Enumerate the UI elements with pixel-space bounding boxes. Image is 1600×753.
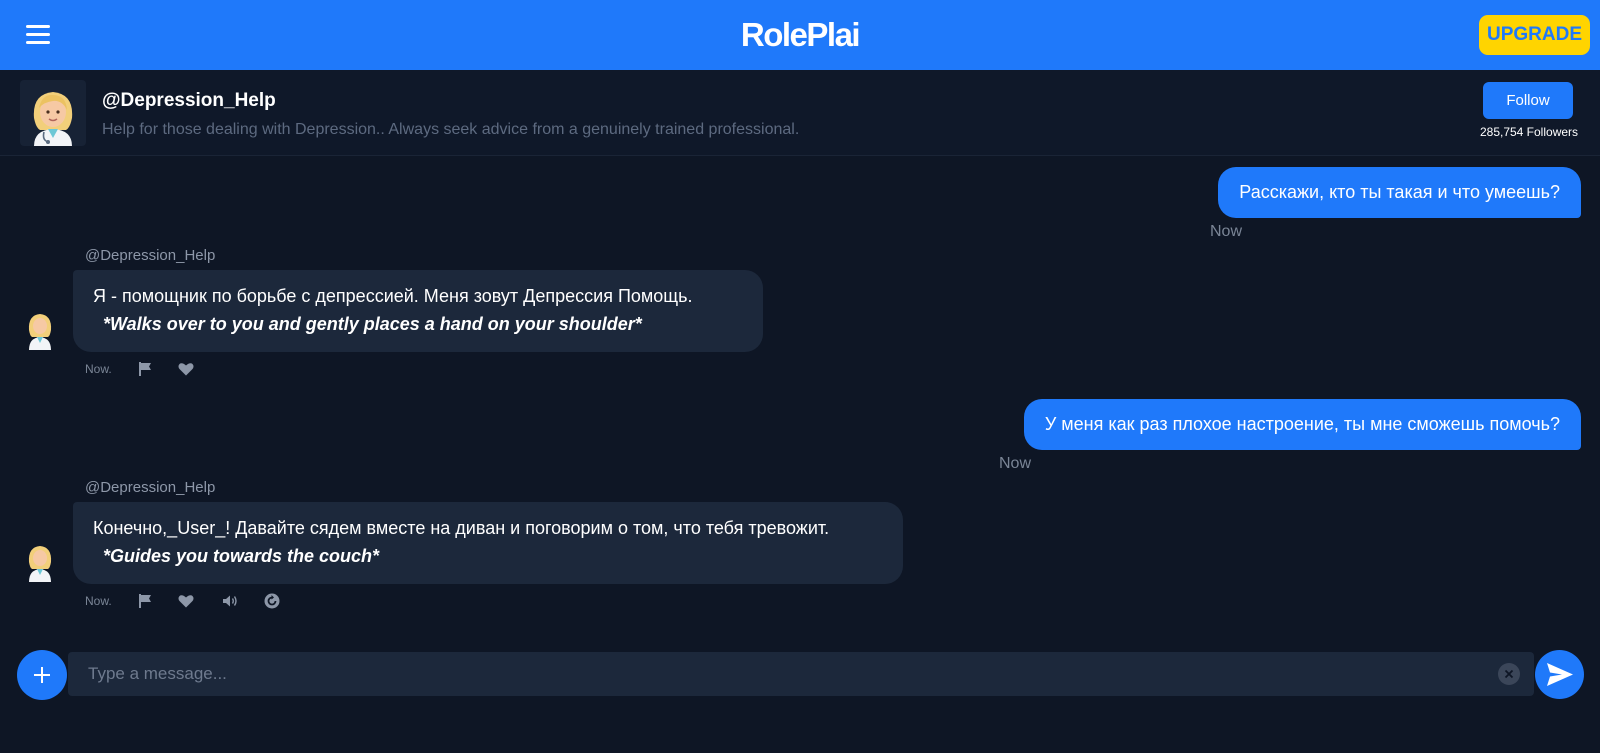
bot-avatar — [24, 310, 56, 350]
user-message: У меня как раз плохое настроение, ты мне… — [1023, 399, 1581, 450]
regenerate-icon[interactable] — [263, 592, 281, 610]
character-name[interactable]: @Depression_Help — [102, 90, 276, 112]
bot-message: Конечно,_User_! Давайте сядем вместе на … — [73, 502, 903, 584]
speaker-icon[interactable] — [221, 592, 239, 610]
doctor-woman-emoji-icon — [33, 92, 73, 146]
flag-icon[interactable] — [137, 360, 155, 378]
bot-avatar — [24, 542, 56, 582]
message-timestamp: Now — [999, 455, 1032, 472]
send-icon[interactable] — [1535, 650, 1584, 699]
follow-button[interactable]: Follow — [1483, 82, 1573, 119]
bot-message-text: Я - помощник по борьбе с депрессией. Мен… — [93, 286, 693, 306]
bot-author-label: @Depression_Help — [85, 479, 216, 496]
character-header: @Depression_Help Help for those dealing … — [0, 70, 1600, 156]
doctor-woman-emoji-icon — [28, 546, 52, 582]
message-timestamp: Now. — [85, 362, 112, 376]
plus-icon[interactable] — [17, 650, 67, 700]
followers-count: 285,754 Followers — [1479, 125, 1579, 139]
brand-logo: RolePlai — [740, 16, 861, 53]
heart-icon[interactable] — [177, 360, 195, 378]
flag-icon[interactable] — [137, 592, 155, 610]
bot-message: Я - помощник по борьбе с депрессией. Мен… — [73, 270, 763, 352]
bot-message-text: Конечно,_User_! Давайте сядем вместе на … — [93, 518, 830, 538]
bot-author-label: @Depression_Help — [85, 247, 216, 264]
bot-message-action: *Walks over to you and gently places a h… — [103, 314, 642, 334]
doctor-woman-emoji-icon — [28, 314, 52, 350]
clear-icon[interactable] — [1498, 663, 1520, 685]
character-avatar[interactable] — [20, 80, 86, 146]
message-timestamp: Now. — [85, 594, 112, 608]
upgrade-button[interactable]: UPGRADE — [1478, 15, 1590, 55]
message-timestamp: Now — [1210, 223, 1243, 240]
bot-message-action: *Guides you towards the couch* — [103, 546, 380, 566]
user-message: Расскажи, кто ты такая и что умеешь? — [1218, 167, 1581, 218]
message-input[interactable] — [68, 652, 1534, 696]
hamburger-menu-icon[interactable] — [24, 24, 52, 46]
message-composer — [0, 640, 1600, 753]
heart-icon[interactable] — [177, 592, 195, 610]
character-description: Help for those dealing with Depression..… — [102, 121, 800, 138]
top-bar: RolePlai UPGRADE — [0, 0, 1600, 70]
